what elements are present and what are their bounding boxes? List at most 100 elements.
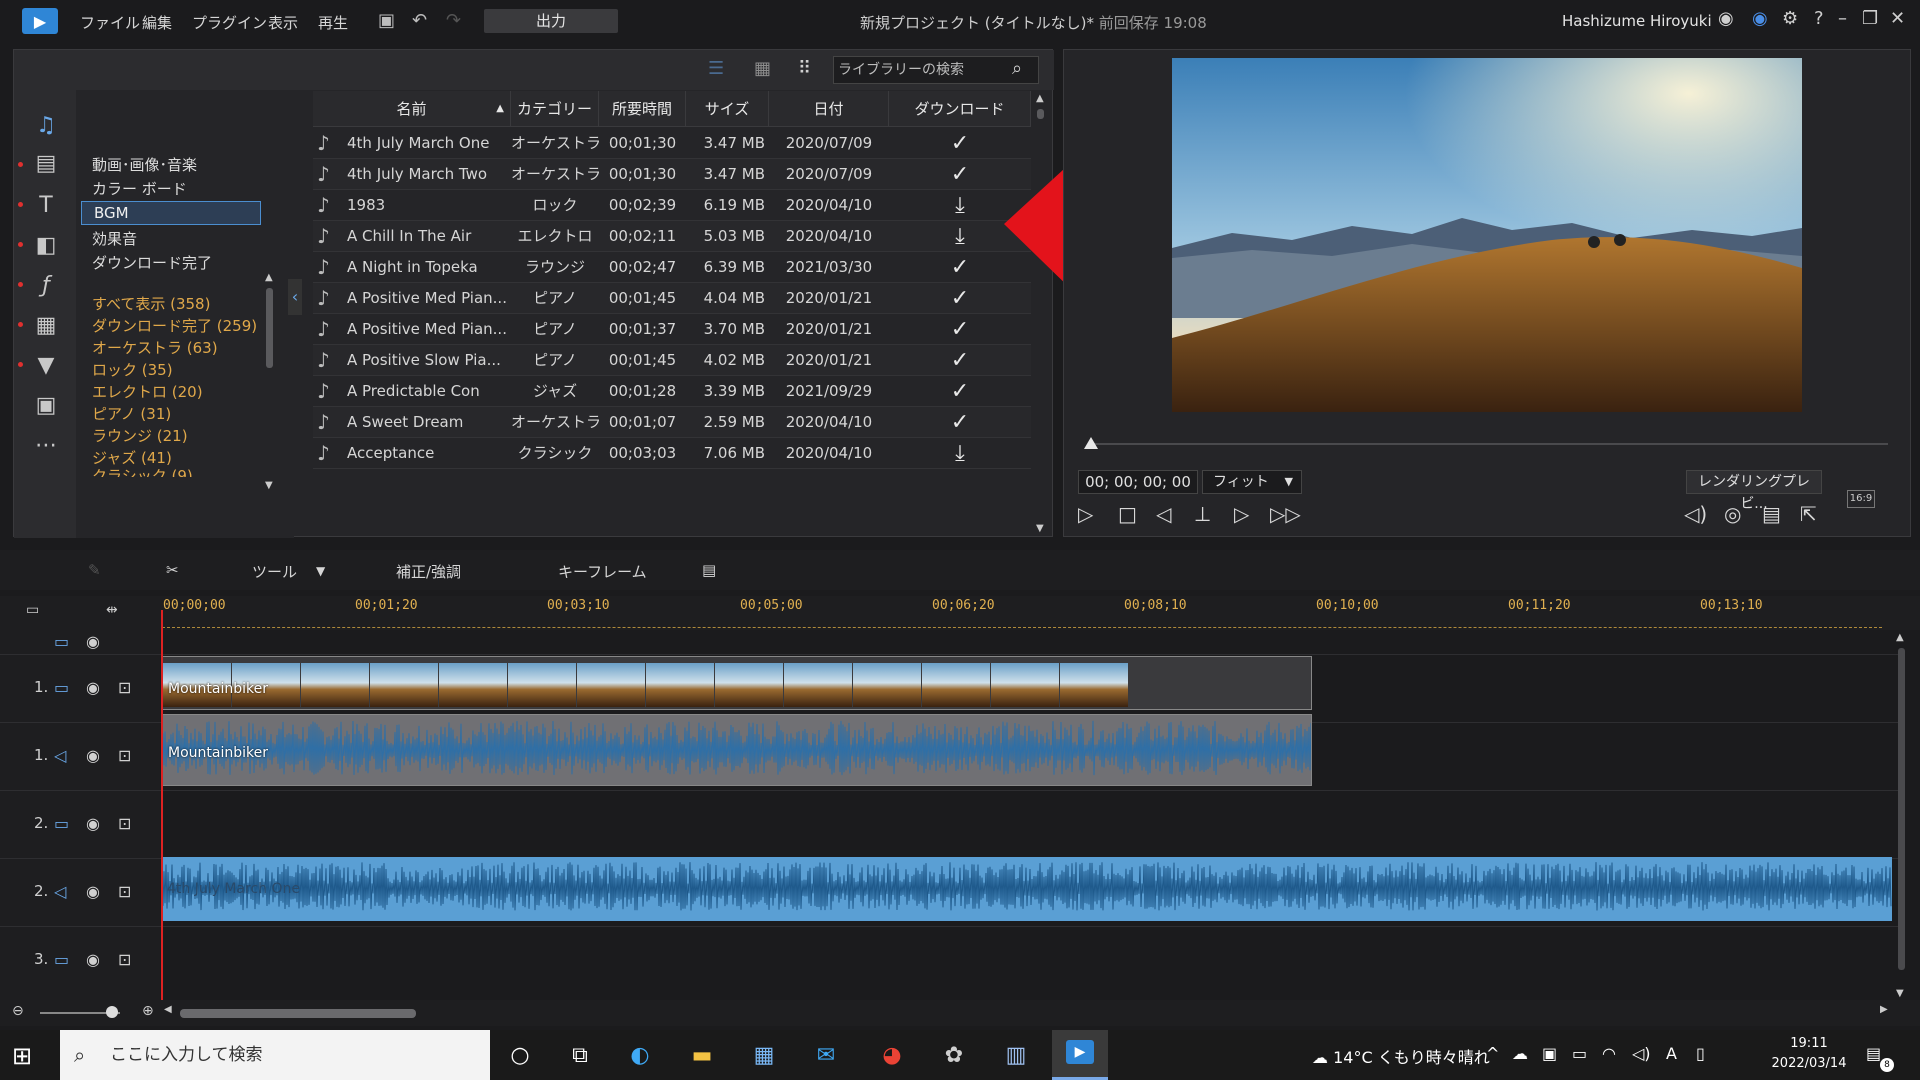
- volume-icon[interactable]: ◁): [1684, 502, 1707, 526]
- powerdirector-taskbar-button[interactable]: ▶: [1052, 1030, 1108, 1080]
- filter-jazz[interactable]: ジャズ (41): [92, 447, 172, 468]
- category-bgm[interactable]: BGM: [81, 201, 261, 225]
- zoom-slider-handle[interactable]: [106, 1006, 118, 1018]
- table-row[interactable]: ♪ A Positive Med Pian... ピアノ 00;01;45 4.04 M…: [313, 283, 1031, 314]
- category-sound-effects[interactable]: 効果音: [92, 228, 137, 249]
- chevron-down-icon[interactable]: ▼: [316, 564, 325, 578]
- filter-lounge[interactable]: ラウンジ (21): [92, 425, 188, 446]
- timeline-vscroll[interactable]: ▲ ▼: [1896, 632, 1908, 1002]
- redo-icon[interactable]: ↷: [446, 10, 461, 31]
- zoom-in-icon[interactable]: ⊕: [142, 1003, 154, 1019]
- scroll-down-icon[interactable]: ▼: [1896, 988, 1904, 999]
- undock-icon[interactable]: ⇱: [1800, 502, 1817, 526]
- timeline-ruler[interactable]: ▭ ⇹ 00;00;00 00;01;20 00;03;10 00;05;00 …: [0, 596, 1920, 630]
- close-icon[interactable]: ✕: [1890, 8, 1905, 29]
- lock-icon[interactable]: ⊡: [118, 746, 131, 765]
- eye-icon[interactable]: ◉: [86, 746, 100, 765]
- user-name[interactable]: Hashizume Hiroyuki: [1562, 12, 1712, 30]
- ime-mode-icon[interactable]: ▯: [1696, 1044, 1705, 1063]
- help-icon[interactable]: ?: [1814, 8, 1824, 29]
- aspect-ratio-select[interactable]: 16:9: [1847, 490, 1875, 508]
- library-search-input[interactable]: ライブラリーの検索: [833, 56, 1039, 84]
- chrome-icon[interactable]: ◕: [866, 1034, 918, 1078]
- subtitle-room-icon[interactable]: ▣: [32, 392, 60, 420]
- col-size[interactable]: サイズ: [686, 91, 769, 127]
- render-preview-button[interactable]: レンダリングプレビ...: [1686, 470, 1822, 512]
- table-row[interactable]: ♪ A Night in Topeka ラウンジ 00;02;47 6.39 MB 202…: [313, 252, 1031, 283]
- menu-view[interactable]: 表示: [268, 12, 298, 33]
- table-row[interactable]: ♪ A Predictable Con ジャズ 00;01;28 3.39 MB 2021…: [313, 376, 1031, 407]
- edge-icon[interactable]: ◐: [614, 1034, 666, 1078]
- scroll-down-icon[interactable]: ▼: [1036, 523, 1044, 534]
- details-view-icon[interactable]: ☰: [708, 58, 724, 79]
- battery-icon[interactable]: ▭: [1572, 1044, 1587, 1063]
- search-icon[interactable]: ⌕: [1012, 58, 1022, 79]
- lock-icon[interactable]: ⊡: [118, 882, 131, 901]
- menu-edit[interactable]: 編集: [142, 12, 172, 33]
- restore-icon[interactable]: ❐: [1862, 8, 1878, 29]
- pip-room-icon[interactable]: ▦: [32, 312, 60, 340]
- store-icon[interactable]: ▦: [738, 1034, 790, 1078]
- mail-icon[interactable]: ✉: [800, 1034, 852, 1078]
- zoom-out-icon[interactable]: ⊖: [12, 1003, 24, 1019]
- filter-rock[interactable]: ロック (35): [92, 359, 173, 380]
- table-row[interactable]: ♪ A Positive Med Pian... ピアノ 00;01;37 3.70 M…: [313, 314, 1031, 345]
- tray-chevron-up-icon[interactable]: ^: [1486, 1044, 1499, 1063]
- more-icon[interactable]: ⋯: [32, 432, 60, 460]
- table-row[interactable]: ♪ A Sweet Dream オーケストラ 00;01;07 2.59 MB 2020/…: [313, 407, 1031, 438]
- account-icon[interactable]: ◉: [1718, 8, 1734, 29]
- ime-icon[interactable]: A: [1666, 1044, 1677, 1063]
- security-icon[interactable]: ▣: [1542, 1044, 1557, 1063]
- paint-icon[interactable]: ✿: [928, 1034, 980, 1078]
- next-frame-icon[interactable]: ▷: [1234, 502, 1249, 526]
- audio-clip[interactable]: Mountainbiker: [162, 714, 1312, 786]
- template-room-icon[interactable]: ▤: [32, 150, 60, 178]
- output-button[interactable]: 出力: [484, 9, 618, 33]
- table-row[interactable]: ♪ Acceptance クラシック 00;03;03 7.06 MB 2020/04/1…: [313, 438, 1031, 469]
- weather-widget[interactable]: ☁ 14°C くもり時々晴れ: [1312, 1044, 1490, 1068]
- scroll-up-icon[interactable]: ▲: [265, 272, 273, 283]
- eye-icon[interactable]: ◉: [86, 678, 100, 697]
- title-room-icon[interactable]: T: [32, 192, 60, 220]
- speaker-icon[interactable]: ◁): [1632, 1044, 1651, 1063]
- save-icon[interactable]: ▣: [378, 10, 395, 31]
- filter-orchestra[interactable]: オーケストラ (63): [92, 337, 218, 358]
- table-row[interactable]: ♪ 4th July March Two オーケストラ 00;01;30 3.47 MB…: [313, 159, 1031, 190]
- video-track-icon[interactable]: ▭: [54, 678, 69, 697]
- video-track-icon[interactable]: ▭: [54, 950, 69, 969]
- taskbar-clock[interactable]: 19:11 2022/03/14: [1764, 1034, 1854, 1074]
- playhead[interactable]: [161, 610, 163, 1010]
- filter-all[interactable]: すべて表示 (358): [92, 293, 210, 314]
- col-duration[interactable]: 所要時間: [599, 91, 686, 127]
- col-date[interactable]: 日付: [769, 91, 889, 127]
- camera-icon[interactable]: ◎: [1724, 502, 1741, 526]
- filter-downloaded[interactable]: ダウンロード完了 (259): [92, 315, 257, 336]
- menu-file[interactable]: ファイル: [80, 12, 140, 33]
- col-category[interactable]: カテゴリー: [511, 91, 599, 127]
- particle-room-icon[interactable]: ▼: [32, 352, 60, 380]
- collapse-panel-icon[interactable]: ‹: [288, 279, 302, 315]
- tools-menu[interactable]: ツール: [252, 561, 297, 582]
- scrub-handle[interactable]: [1084, 437, 1098, 449]
- app-icon[interactable]: ▥: [990, 1034, 1042, 1078]
- col-name[interactable]: 名前 ▲: [313, 91, 511, 127]
- lock-icon[interactable]: ⊡: [118, 814, 131, 833]
- filter-piano[interactable]: ピアノ (31): [92, 403, 171, 424]
- effect-room-icon[interactable]: ƒ: [32, 272, 60, 300]
- audio-track-icon[interactable]: ◁: [54, 882, 66, 901]
- audio-track-icon[interactable]: ◁: [54, 746, 66, 765]
- cortana-icon[interactable]: ○: [494, 1034, 546, 1078]
- transition-room-icon[interactable]: ◧: [32, 232, 60, 260]
- lock-icon[interactable]: ⊡: [118, 678, 131, 697]
- play-icon[interactable]: ▷: [1078, 502, 1093, 526]
- fast-forward-icon[interactable]: ▷▷: [1270, 502, 1301, 526]
- media-room-icon[interactable]: ♫: [32, 112, 60, 140]
- table-row[interactable]: ♪ A Positive Slow Pia... ピアノ 00;01;45 4.02 M…: [313, 345, 1031, 376]
- taskbar-search-input[interactable]: ここに入力して検索: [60, 1030, 490, 1080]
- snapshot-step-icon[interactable]: ⊥: [1194, 502, 1211, 526]
- scroll-thumb[interactable]: [1037, 109, 1044, 119]
- filter-classic[interactable]: クラシック (9): [92, 467, 193, 477]
- settings-gear-icon[interactable]: ⚙: [1782, 8, 1798, 29]
- scroll-thumb[interactable]: [266, 288, 273, 368]
- download-icon[interactable]: ⤓: [889, 438, 1031, 469]
